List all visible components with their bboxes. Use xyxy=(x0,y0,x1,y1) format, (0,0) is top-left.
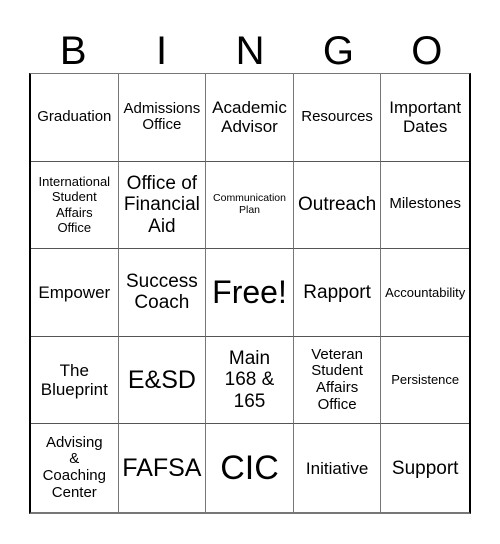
bingo-cell[interactable]: Admissions Office xyxy=(118,74,207,162)
bingo-cell[interactable]: Communication Plan xyxy=(206,161,294,250)
cell-label: Free! xyxy=(212,273,287,310)
bingo-cell[interactable]: Important Dates xyxy=(381,74,469,162)
bingo-cell[interactable]: FAFSA xyxy=(119,424,207,512)
cell-label: Empower xyxy=(38,282,111,302)
bingo-grid: Graduation Admissions Office Academic Ad… xyxy=(29,73,471,514)
cell-label: Important Dates xyxy=(389,98,462,137)
bingo-cell[interactable]: Persistence xyxy=(381,337,469,425)
cell-label: Main 168 & 165 xyxy=(224,348,275,412)
cell-label: Office of Financial Aid xyxy=(123,172,200,237)
bingo-cell[interactable]: CIC xyxy=(206,424,294,512)
cell-label: Support xyxy=(391,457,459,479)
bingo-header: B I N G O xyxy=(29,28,471,74)
bingo-cell[interactable]: Rapport xyxy=(293,249,382,337)
bingo-cell[interactable]: The Blueprint xyxy=(31,336,119,425)
cell-label: Resources xyxy=(301,107,373,125)
cell-label: Veteran Student Affairs Office xyxy=(311,345,363,413)
bingo-cell[interactable]: Initiative xyxy=(294,424,382,512)
cell-label: Communication Plan xyxy=(213,192,286,216)
cell-label: The Blueprint xyxy=(40,361,108,400)
bingo-cell[interactable]: Veteran Student Affairs Office xyxy=(293,336,382,425)
free-space[interactable]: Free! xyxy=(206,249,294,337)
cell-label: Success Coach xyxy=(125,271,198,314)
header-letter-o: O xyxy=(411,29,443,73)
cell-label: Initiative xyxy=(305,458,369,478)
bingo-cell[interactable]: Office of Financial Aid xyxy=(118,161,207,250)
cell-label: Graduation xyxy=(37,107,112,125)
cell-label: Academic Advisor xyxy=(212,98,287,137)
cell-label: Advising & Coaching Center xyxy=(42,433,106,501)
cell-label: FAFSA xyxy=(122,454,202,483)
cell-label: International Student Affairs Office xyxy=(38,173,111,236)
bingo-cell[interactable]: Resources xyxy=(293,74,382,162)
bingo-cell[interactable]: Accountability xyxy=(381,249,469,337)
header-letter-n: N xyxy=(235,29,265,73)
cell-label: Milestones xyxy=(389,195,462,213)
bingo-cell[interactable]: Main 168 & 165 xyxy=(206,336,294,425)
bingo-cell[interactable]: International Student Affairs Office xyxy=(31,161,119,250)
cell-label: Rapport xyxy=(303,281,371,303)
bingo-cell[interactable]: Graduation xyxy=(31,74,119,162)
bingo-cell[interactable]: Milestones xyxy=(381,162,469,250)
header-letter-i: I xyxy=(156,29,168,73)
bingo-cell[interactable]: Empower xyxy=(31,249,119,337)
cell-label: CIC xyxy=(220,449,279,488)
bingo-cell[interactable]: Advising & Coaching Center xyxy=(31,424,119,512)
cell-label: Admissions Office xyxy=(123,99,201,134)
bingo-cell[interactable]: Academic Advisor xyxy=(206,74,294,162)
cell-label: Accountability xyxy=(385,284,466,300)
bingo-cell[interactable]: Outreach xyxy=(293,161,382,250)
cell-label: Persistence xyxy=(391,372,460,388)
bingo-cell[interactable]: Success Coach xyxy=(118,249,207,337)
bingo-cell[interactable]: Support xyxy=(381,424,469,512)
bingo-cell[interactable]: E&SD xyxy=(118,336,207,425)
header-letter-b: B xyxy=(59,29,87,73)
cell-label: E&SD xyxy=(127,366,196,395)
cell-label: Outreach xyxy=(298,194,377,216)
header-letter-g: G xyxy=(322,29,354,73)
